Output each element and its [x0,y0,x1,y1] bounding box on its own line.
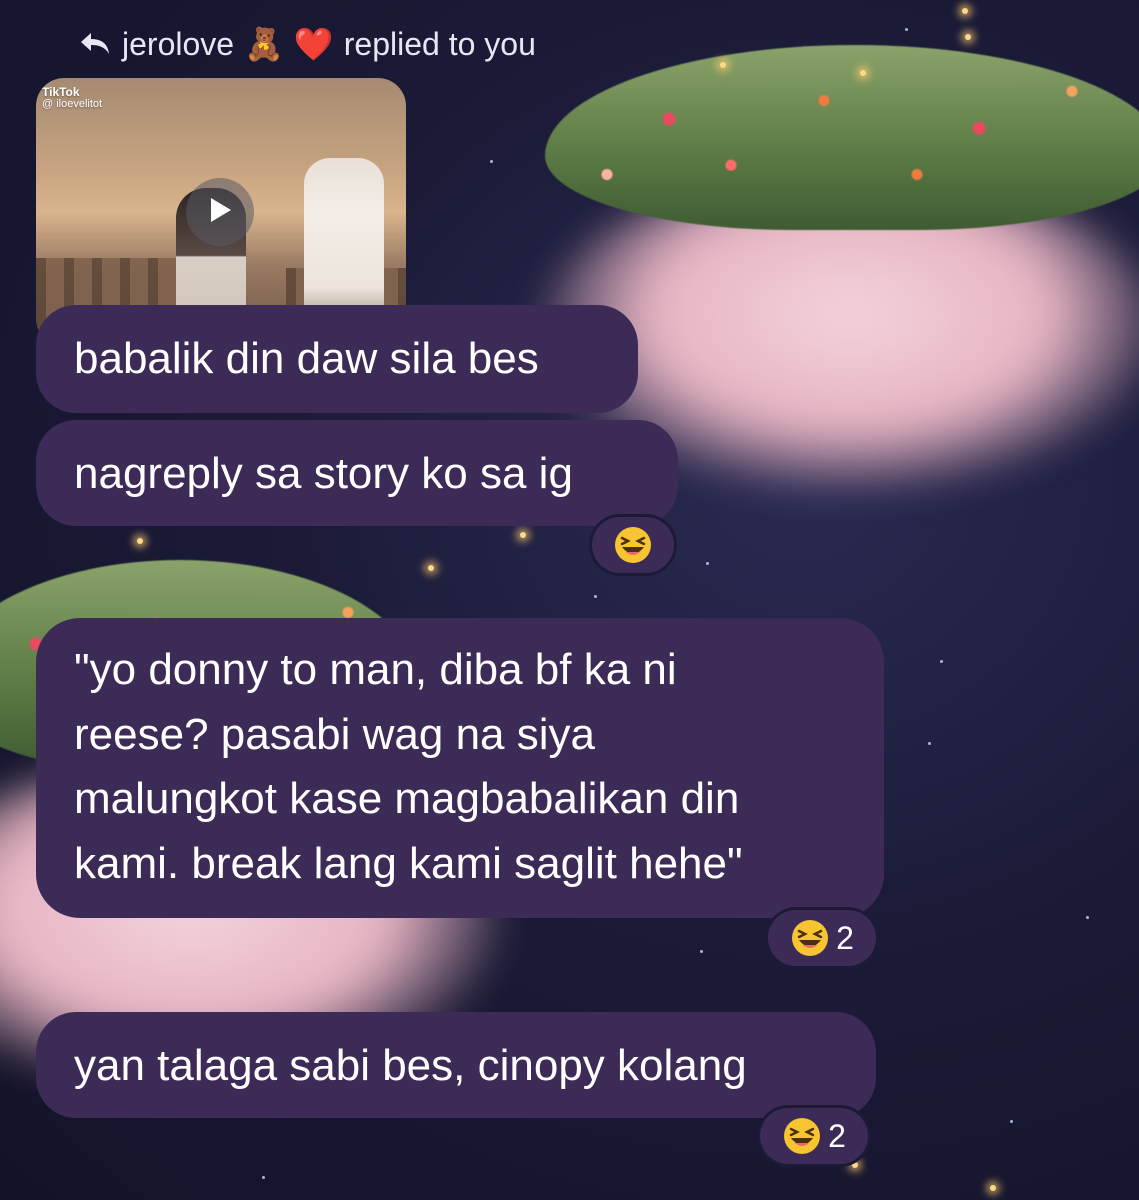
laughing-face-icon [613,525,653,565]
play-button[interactable] [186,178,254,246]
star [700,950,703,953]
reaction-badge[interactable]: 2 [760,1108,868,1164]
star [928,742,931,745]
red-heart-emoji: ❤️ [293,26,334,62]
sparkle [962,8,968,14]
sparkle [720,62,726,68]
reaction-count: 2 [828,1117,846,1154]
message-text: nagreply sa story ko sa ig [74,449,573,498]
laughing-face-icon [790,918,830,958]
star [490,160,493,163]
reaction-badge[interactable] [592,517,674,573]
message-text: babalik din daw sila bes [74,334,539,383]
sparkle [965,34,971,40]
message-text: yan talaga sabi bes, cinopy kolang [74,1041,747,1090]
message-bubble[interactable]: nagreply sa story ko sa ig [36,420,678,526]
reply-label: replied to you [343,25,536,62]
message-line: kami. break lang kami saglit hehe" [74,838,743,888]
message-bubble[interactable]: "yo donny to man, diba bf ka ni reese? p… [36,618,884,918]
message-bubble[interactable]: yan talaga sabi bes, cinopy kolang [36,1012,876,1118]
play-icon [207,196,233,229]
star [1010,1120,1013,1123]
flower-island-right [545,45,1139,230]
message-line: malungkot kase magbabalikan din [74,774,740,823]
reaction-count: 2 [836,919,854,956]
star [940,660,943,663]
star [706,562,709,565]
sparkle [428,565,434,571]
sparkle [852,1162,858,1168]
teddy-bear-emoji: 🧸 [244,26,284,62]
sparkle [990,1185,996,1191]
star [262,1176,265,1179]
reply-arrow-icon [78,27,112,61]
sparkle [860,70,866,76]
star [905,28,908,31]
star [1086,916,1089,919]
message-line: reese? pasabi wag na siya [74,709,595,759]
message-bubble[interactable]: babalik din daw sila bes [36,305,638,413]
tiktok-watermark: TikTok @ iloevelitot [42,85,103,110]
sparkle [137,538,143,544]
reaction-badge[interactable]: 2 [768,910,876,966]
star [594,595,597,598]
reply-username: jerolove [122,25,235,62]
message-line: "yo donny to man, diba bf ka ni [74,645,677,694]
sparkle [520,532,526,538]
reply-header: jerolove 🧸 ❤️ replied to you [78,22,536,66]
laughing-face-icon [782,1116,822,1156]
